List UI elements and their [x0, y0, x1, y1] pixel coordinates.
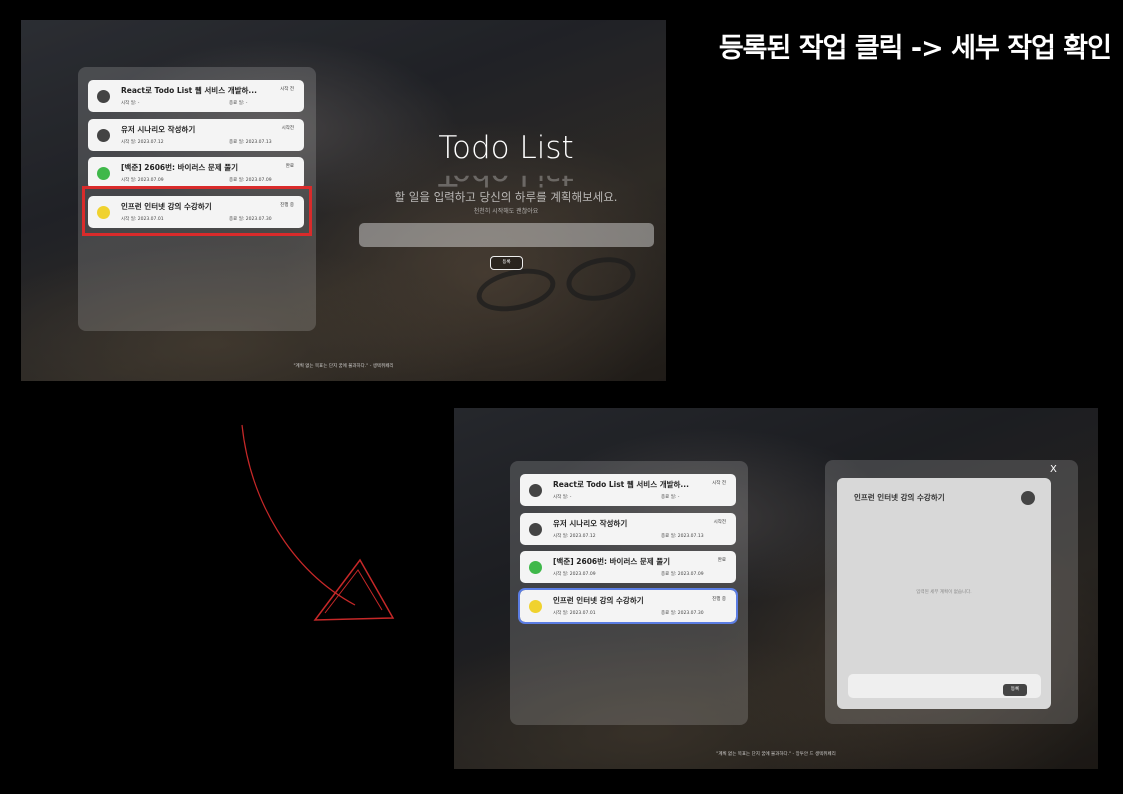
highlight-box	[82, 186, 312, 236]
screenshot-detail: React로 Todo List 웹 서비스 개발하... 시작 전 시작 일:…	[454, 408, 1098, 769]
task-start: 시작 일: 2023.07.09	[121, 178, 164, 183]
task-status: 시작전	[713, 520, 726, 525]
status-dot-icon	[97, 129, 110, 142]
task-title: React로 Todo List 웹 서비스 개발하...	[553, 480, 689, 489]
task-card[interactable]: React로 Todo List 웹 서비스 개발하... 시작 전 시작 일:…	[520, 474, 736, 506]
task-title: 유저 시나리오 작성하기	[553, 519, 628, 528]
task-start: 시작 일: 2023.07.12	[121, 140, 164, 145]
task-title: [백준] 2606번: 바이러스 문제 풀기	[121, 163, 239, 172]
task-end: 종료 일: 2023.07.30	[661, 611, 704, 616]
task-start: 시작 일: -	[553, 495, 572, 500]
task-status: 완료	[285, 164, 294, 169]
task-end: 종료 일: 2023.07.13	[661, 534, 704, 539]
todo-input[interactable]	[359, 223, 654, 247]
detail-register-button[interactable]: 등록	[1003, 684, 1027, 696]
task-end: 종료 일: 2023.07.09	[661, 572, 704, 577]
status-dot-icon	[529, 561, 542, 574]
task-status: 시작 전	[712, 481, 726, 486]
page-subtitle: 할 일을 입력하고 당신의 하루를 계획해보세요.	[394, 190, 618, 204]
detail-title: 인프런 인터넷 강의 수강하기	[854, 493, 945, 502]
task-card[interactable]: 유저 시나리오 작성하기 시작전 시작 일: 2023.07.12 종료 일: …	[520, 513, 736, 545]
close-icon[interactable]: X	[1050, 464, 1057, 475]
task-start: 시작 일: 2023.07.12	[553, 534, 596, 539]
task-end: 종료 일: 2023.07.13	[229, 140, 272, 145]
quote-text: "계획 없는 목표는 단지 꿈에 불과하다." - 앙투안 드 생텍쥐페리	[716, 752, 836, 757]
task-list-panel: React로 Todo List 웹 서비스 개발하... 시작 전 시작 일:…	[510, 461, 748, 725]
task-card[interactable]: 유저 시나리오 작성하기 시작전 시작 일: 2023.07.12 종료 일: …	[88, 119, 304, 151]
task-end: 종료 일: 2023.07.09	[229, 178, 272, 183]
task-card-selected[interactable]: 인프런 인터넷 강의 수강하기 진행 중 시작 일: 2023.07.01 종료…	[518, 588, 738, 624]
screenshot-main: React로 Todo List 웹 서비스 개발하... 시작 전 시작 일:…	[21, 20, 666, 381]
red-arrow-icon	[241, 424, 395, 621]
task-start: 시작 일: 2023.07.01	[553, 611, 596, 616]
caption: 등록된 작업 클릭 -> 세부 작업 확인	[718, 33, 1112, 64]
status-dot-icon	[529, 523, 542, 536]
page-title: Todo List	[438, 130, 574, 166]
page-subtitle-small: 천천히 시작해도 괜찮아요	[473, 208, 539, 215]
task-card[interactable]: React로 Todo List 웹 서비스 개발하... 시작 전 시작 일:…	[88, 80, 304, 112]
task-title: 유저 시나리오 작성하기	[121, 125, 196, 134]
task-status: 완료	[717, 558, 726, 563]
detail-empty-text: 입력된 세부 계획이 없습니다.	[916, 590, 972, 595]
task-card[interactable]: [백준] 2606번: 바이러스 문제 풀기 완료 시작 일: 2023.07.…	[520, 551, 736, 583]
task-card[interactable]: [백준] 2606번: 바이러스 문제 풀기 완료 시작 일: 2023.07.…	[88, 157, 304, 189]
task-end: 종료 일: -	[661, 495, 680, 500]
task-start: 시작 일: -	[121, 101, 140, 106]
task-start: 시작 일: 2023.07.09	[553, 572, 596, 577]
register-button[interactable]: 등록	[490, 256, 523, 270]
task-status: 진행 중	[712, 597, 726, 602]
task-title: [백준] 2606번: 바이러스 문제 풀기	[553, 557, 671, 566]
task-end: 종료 일: -	[229, 101, 248, 106]
status-dot-icon	[97, 90, 110, 103]
status-dot-icon	[529, 484, 542, 497]
status-dot-icon	[529, 600, 542, 613]
quote-text: "계획 없는 목표는 단지 꿈에 불과하다." - 생텍쥐페리	[293, 364, 394, 369]
status-dot-icon	[97, 167, 110, 180]
task-title: React로 Todo List 웹 서비스 개발하...	[121, 86, 257, 95]
detail-card: 인프런 인터넷 강의 수강하기 입력된 세부 계획이 없습니다. 등록	[837, 478, 1051, 709]
task-status: 시작전	[281, 126, 294, 131]
status-dot-icon	[1021, 491, 1035, 505]
task-title: 인프런 인터넷 강의 수강하기	[553, 596, 644, 605]
task-status: 시작 전	[280, 87, 294, 92]
